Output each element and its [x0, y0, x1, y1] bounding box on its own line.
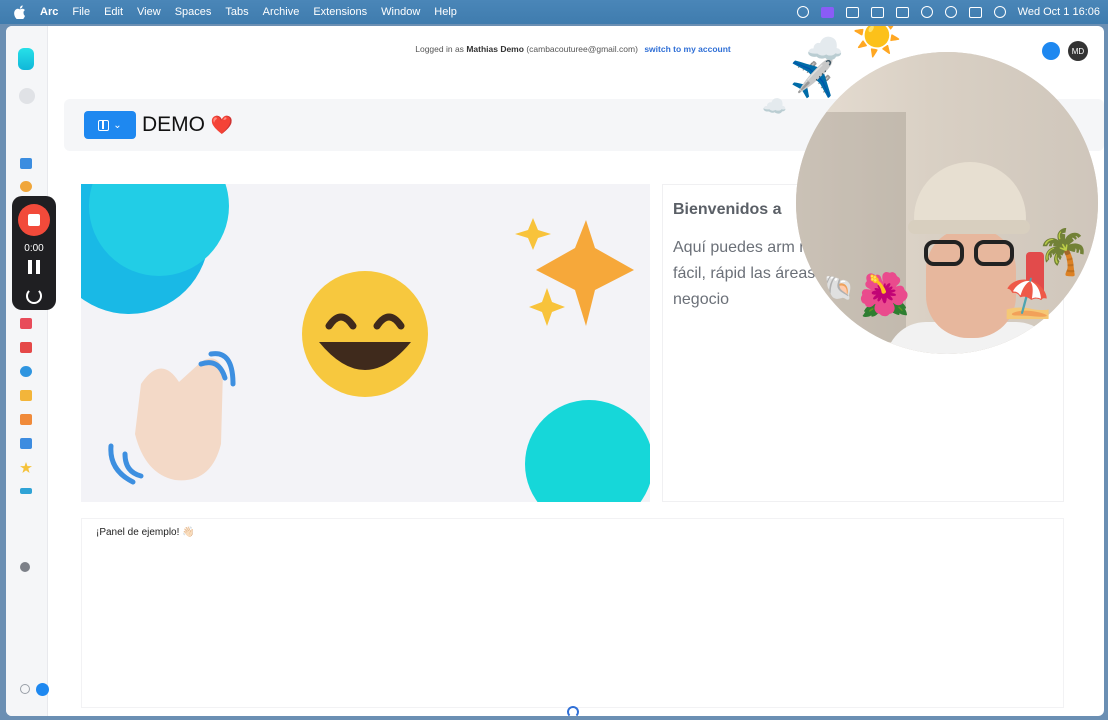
sparkle-small-bottom-icon: [529, 288, 565, 326]
sparkle-small-top-icon: [515, 218, 551, 250]
menu-tabs[interactable]: Tabs: [225, 6, 248, 18]
wave-line-4: [122, 451, 144, 479]
smile-face-icon: [302, 271, 428, 397]
screen-share-icon[interactable]: [820, 6, 834, 18]
wave-line-3: [108, 443, 136, 485]
menu-help[interactable]: Help: [434, 6, 457, 18]
siri-icon[interactable]: [993, 6, 1006, 18]
app-sidebar-rail: [6, 26, 49, 716]
page-title-text: DEMO: [142, 113, 205, 136]
menu-bar-clock[interactable]: Wed Oct 1 16:06: [1018, 6, 1100, 18]
browser-window: Logged in as Mathias Demo (cambacouturee…: [6, 26, 1104, 716]
restart-icon[interactable]: [26, 288, 42, 304]
trend-icon[interactable]: [20, 488, 32, 494]
globe-icon[interactable]: [20, 366, 32, 377]
menu-app-arc[interactable]: Arc: [40, 6, 58, 18]
webcam-person-glasses: [920, 240, 1020, 270]
hero-circle-bottom-right: [525, 400, 650, 502]
menu-edit[interactable]: Edit: [104, 6, 123, 18]
small-cloud-icon: ☁️: [762, 94, 787, 118]
layout-dropdown-button[interactable]: ⌄: [84, 111, 136, 139]
switch-account-link[interactable]: switch to my account: [644, 44, 730, 54]
screen-recorder-widget: 0:00: [12, 196, 56, 310]
apple-icon[interactable]: [14, 5, 26, 19]
wifi-icon[interactable]: [920, 6, 933, 18]
menu-archive[interactable]: Archive: [263, 6, 300, 18]
menu-window[interactable]: Window: [381, 6, 420, 18]
webcam-person-cap-brim: [908, 220, 1030, 234]
battery-icon[interactable]: [895, 6, 909, 18]
display-icon[interactable]: [870, 6, 884, 18]
menu-file[interactable]: File: [72, 6, 90, 18]
inbox-icon[interactable]: [20, 414, 32, 425]
support-icon[interactable]: [20, 562, 30, 572]
waving-hand-icon: [135, 358, 223, 481]
chart-icon[interactable]: [20, 158, 32, 169]
chevron-down-icon: ⌄: [113, 119, 122, 131]
shell-icon: 🐚: [824, 274, 854, 302]
recording-timer: 0:00: [24, 243, 44, 254]
loading-spinner-icon: [567, 706, 579, 716]
webcam-bubble[interactable]: [796, 52, 1098, 354]
menu-bar-extras: Wed Oct 1 16:06: [796, 0, 1100, 24]
stop-recording-button[interactable]: [18, 204, 50, 236]
star-icon[interactable]: [20, 462, 32, 473]
heart-icon: ❤️: [210, 115, 234, 136]
macos-menu-bar: Arc File Edit View Spaces Tabs Archive E…: [0, 0, 1108, 24]
logged-in-name: Mathias Demo: [466, 44, 524, 54]
layout-grid-icon: [98, 119, 110, 131]
spotlight-search-icon[interactable]: [944, 6, 957, 18]
logged-in-email: (cambacouturee@gmail.com): [526, 44, 638, 54]
user-icon[interactable]: [19, 88, 35, 104]
expand-sidebar-icon[interactable]: [36, 683, 49, 696]
calendar-icon[interactable]: [20, 318, 32, 329]
welcome-illustration: [81, 184, 650, 502]
menu-view[interactable]: View: [137, 6, 161, 18]
hibiscus-icon: 🌺: [858, 270, 911, 319]
palm-tree-icon: 🌴: [1036, 227, 1091, 278]
example-panel-title: ¡Panel de ejemplo! 👋🏻: [96, 527, 195, 538]
list-icon[interactable]: [20, 390, 32, 401]
screen-record-status-icon[interactable]: [796, 6, 809, 18]
beach-umbrella-icon: ⛱️: [1004, 276, 1052, 320]
hero-shapes: [81, 184, 650, 502]
settings-gear-icon[interactable]: [20, 684, 30, 694]
menu-extensions[interactable]: Extensions: [313, 6, 367, 18]
shapes-icon[interactable]: [20, 181, 32, 192]
sun-icon: ☀️: [852, 26, 902, 59]
pause-icon[interactable]: [28, 260, 40, 274]
megaphone-icon[interactable]: [20, 342, 32, 353]
cloud-icon: ☁️: [806, 32, 844, 67]
page-title: DEMO ❤️: [142, 113, 233, 137]
welcome-title: Bienvenidos a: [673, 201, 782, 218]
app-logo-icon[interactable]: [18, 48, 34, 70]
app-extra-icon[interactable]: [845, 6, 859, 18]
menu-spaces[interactable]: Spaces: [175, 6, 212, 18]
logged-in-prefix: Logged in as: [415, 44, 464, 54]
folder-icon[interactable]: [20, 438, 32, 449]
example-panel: ¡Panel de ejemplo! 👋🏻: [81, 518, 1064, 708]
control-center-icon[interactable]: [968, 6, 982, 18]
